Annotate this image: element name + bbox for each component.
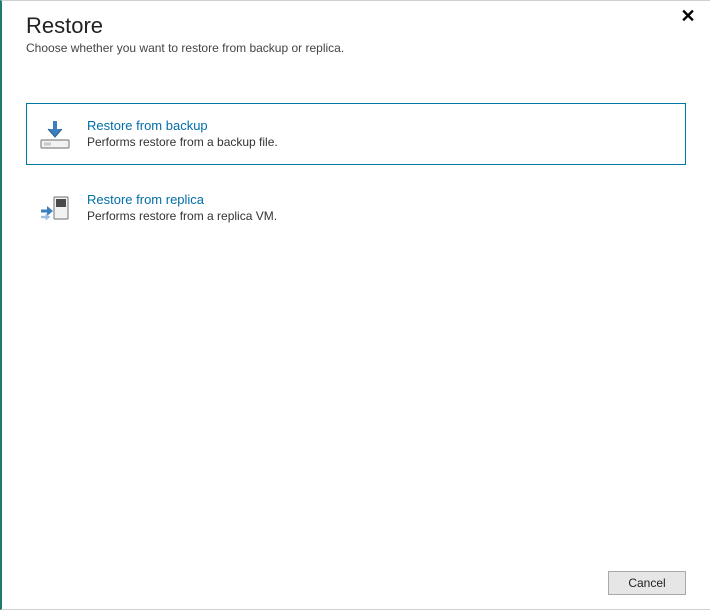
dialog-title: Restore (26, 13, 686, 39)
dialog-header: ✕ Restore Choose whether you want to res… (2, 1, 710, 63)
option-description: Performs restore from a backup file. (87, 135, 675, 151)
options-area: Restore from backup Performs restore fro… (2, 63, 710, 561)
replica-icon (37, 190, 73, 226)
close-button[interactable]: ✕ (678, 7, 698, 27)
option-restore-from-backup[interactable]: Restore from backup Performs restore fro… (26, 103, 686, 165)
option-description: Performs restore from a replica VM. (87, 209, 675, 225)
backup-icon (37, 116, 73, 152)
dialog-subtitle: Choose whether you want to restore from … (26, 41, 686, 55)
dialog-footer: Cancel (2, 561, 710, 609)
cancel-button[interactable]: Cancel (608, 571, 686, 595)
option-restore-from-replica[interactable]: Restore from replica Performs restore fr… (26, 177, 686, 239)
restore-dialog: ✕ Restore Choose whether you want to res… (0, 0, 710, 610)
option-title: Restore from backup (87, 118, 675, 135)
option-text: Restore from backup Performs restore fro… (87, 118, 675, 150)
option-text: Restore from replica Performs restore fr… (87, 192, 675, 224)
option-title: Restore from replica (87, 192, 675, 209)
